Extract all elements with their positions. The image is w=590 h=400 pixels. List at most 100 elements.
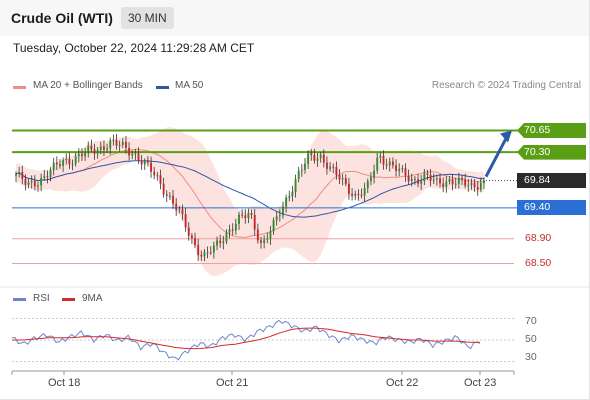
candle-down (335, 167, 338, 176)
candle-up (49, 170, 52, 178)
candle-up (247, 213, 250, 218)
candle-up (467, 185, 470, 187)
candle-down (360, 194, 363, 196)
candle-up (278, 215, 281, 217)
level-tag-70-30: 70.30 (517, 144, 586, 160)
projection-arrow-shaft (484, 135, 509, 178)
candle-up (131, 153, 134, 156)
candle-up (285, 197, 288, 207)
candle-up (483, 180, 485, 184)
candle-down (256, 229, 259, 241)
candle-up (112, 139, 115, 141)
candle-down (59, 164, 61, 166)
candle-down (194, 237, 196, 245)
candle-up (27, 182, 30, 185)
candle-down (187, 227, 190, 236)
candle-up (454, 183, 457, 185)
candle-down (404, 168, 407, 176)
candle-down (219, 240, 222, 244)
candle-up (435, 178, 438, 180)
candle-up (96, 149, 99, 154)
candle-up (118, 144, 121, 146)
candle-up (266, 238, 269, 240)
candle-down (146, 160, 149, 163)
candle-up (410, 178, 413, 182)
candle-down (33, 181, 36, 187)
bollinger-band-area (16, 127, 484, 277)
candle-up (300, 169, 303, 171)
candle-down (115, 139, 118, 146)
candle-down (244, 215, 247, 218)
candle-up (272, 220, 275, 232)
candle-up (288, 196, 291, 198)
candle-down (429, 174, 432, 181)
candle-up (479, 183, 482, 190)
candle-up (423, 173, 426, 182)
candle-up (84, 151, 87, 157)
candle-up (369, 177, 372, 182)
candle-down (260, 240, 262, 244)
candle-down (439, 178, 441, 184)
candle-up (37, 185, 39, 187)
candle-down (190, 235, 193, 238)
candle-up (234, 223, 237, 231)
candle-up (354, 193, 357, 196)
candle-up (373, 170, 376, 178)
x-tick-oct-21: Oct 21 (216, 377, 249, 389)
candle-down (348, 183, 350, 194)
candle-up (178, 209, 181, 211)
ma9-legend-swatch (62, 298, 75, 301)
candle-up (52, 162, 55, 171)
candle-up (388, 161, 391, 166)
candle-up (269, 231, 272, 239)
candle-down (385, 164, 388, 166)
candle-up (65, 158, 68, 161)
candle-down (253, 214, 256, 230)
level-tag-70-65: 70.65 (517, 123, 586, 139)
rsi-legend-swatch (13, 298, 26, 301)
candle-up (168, 195, 171, 197)
candle-down (162, 183, 165, 195)
candle-down (332, 166, 335, 168)
candle-up (379, 155, 382, 158)
candle-down (93, 149, 96, 154)
candle-down (310, 153, 313, 156)
rsi-tick-50: 50 (525, 333, 537, 345)
candle-down (313, 155, 316, 161)
candle-down (407, 175, 410, 182)
candle-up (319, 154, 322, 159)
candle-down (140, 160, 143, 165)
candle-down (153, 171, 156, 176)
candle-up (376, 157, 379, 171)
candle-up (470, 182, 473, 186)
candle-down (357, 193, 360, 195)
candle-up (121, 141, 124, 145)
candle-down (351, 193, 354, 196)
candle-up (30, 181, 33, 183)
candle-down (461, 177, 463, 180)
candle-up (203, 252, 206, 257)
candle-down (473, 182, 476, 188)
candle-down (165, 194, 168, 196)
candle-down (451, 179, 454, 185)
candle-down (21, 172, 24, 180)
candle-down (81, 154, 83, 157)
candle-up (74, 156, 77, 164)
candle-up (341, 178, 344, 180)
candle-down (241, 214, 244, 216)
candle-up (329, 166, 332, 169)
candle-down (181, 209, 184, 215)
rsi-tick-70: 70 (525, 315, 537, 327)
candle-up (445, 181, 448, 187)
candle-down (24, 179, 27, 185)
candle-up (71, 163, 74, 165)
candle-up (401, 168, 404, 170)
candle-up (228, 229, 231, 233)
x-tick-oct-23: Oct 23 (464, 377, 497, 389)
candle-down (326, 162, 328, 169)
candle-up (43, 176, 46, 178)
candle-up (307, 153, 310, 164)
x-tick-oct-22: Oct 22 (386, 377, 419, 389)
candle-down (172, 195, 174, 204)
candle-up (363, 187, 366, 196)
